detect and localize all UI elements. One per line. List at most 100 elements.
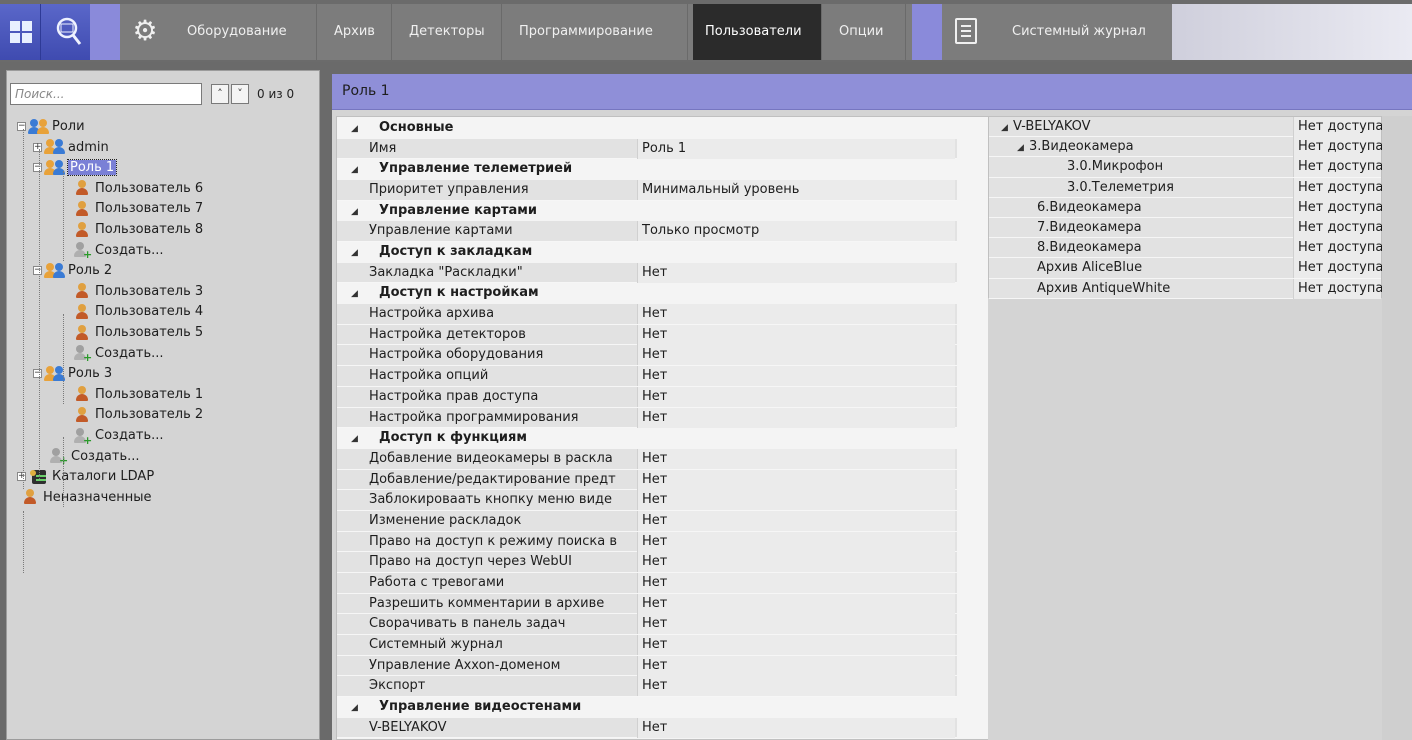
property-category[interactable]: ◢ Доступ к закладкам	[337, 242, 957, 263]
access-row[interactable]: 7.Видеокамера Нет доступа	[989, 218, 1383, 239]
access-row[interactable]: ◢ 3.Видеокамера Нет доступа	[989, 137, 1383, 158]
property-value[interactable]: Нет	[637, 572, 955, 593]
property-row[interactable]: Системный журнал Нет	[337, 635, 957, 656]
property-row[interactable]: Настройка детекторов Нет	[337, 324, 957, 346]
property-row[interactable]: Сворачивать в панель задач Нет	[337, 614, 957, 635]
tree-item[interactable]: Пользователь 4	[57, 302, 203, 322]
access-row[interactable]: Архив AliceBlue Нет доступа	[989, 258, 1383, 279]
property-category[interactable]: ◢ Доступ к функциям	[337, 428, 957, 449]
access-level-value[interactable]: Нет доступа	[1293, 278, 1383, 299]
menu-item-0[interactable]: Оборудование	[175, 4, 317, 60]
collapse-icon[interactable]: ◢	[351, 160, 365, 180]
access-level-value[interactable]: Нет доступа	[1293, 197, 1383, 218]
property-row[interactable]: Приоритет управления Минимальный уровень	[337, 180, 957, 201]
search-prev-button[interactable]: ˄	[211, 84, 229, 104]
property-row[interactable]: Настройка прав доступа Нет	[337, 386, 957, 408]
menu-item-5[interactable]: Опции	[827, 4, 906, 60]
property-value[interactable]: Нет	[637, 531, 955, 552]
property-value[interactable]: Нет	[637, 345, 955, 366]
access-row[interactable]: 6.Видеокамера Нет доступа	[989, 197, 1383, 218]
property-value[interactable]: Нет	[637, 448, 955, 469]
search-input[interactable]	[10, 83, 202, 105]
property-value[interactable]: Нет	[637, 593, 955, 614]
property-value[interactable]: Роль 1	[637, 138, 955, 159]
property-value[interactable]: Нет	[637, 655, 955, 676]
property-value[interactable]: Нет	[637, 510, 955, 531]
tree-item[interactable]: − Роль 2	[33, 261, 112, 281]
access-row[interactable]: 3.0.Телеметрия Нет доступа	[989, 177, 1383, 198]
search-next-button[interactable]: ˅	[231, 84, 249, 104]
tree-item[interactable]: + Создать...	[57, 344, 164, 364]
collapse-icon[interactable]: ◢	[351, 698, 365, 718]
property-row[interactable]: V-BELYAKOV Нет	[337, 717, 957, 739]
collapse-icon[interactable]: ◢	[351, 429, 365, 449]
access-row[interactable]: 3.0.Микрофон Нет доступа	[989, 157, 1383, 178]
expand-icon[interactable]: +	[17, 472, 26, 482]
access-row[interactable]: Архив AntiqueWhite Нет доступа	[989, 278, 1383, 299]
collapse-icon[interactable]: ◢	[351, 284, 365, 304]
property-value[interactable]: Нет	[637, 324, 955, 345]
property-row[interactable]: Право на доступ к режиму поиска в Нет	[337, 531, 957, 553]
tree-item[interactable]: Пользователь 2	[57, 405, 203, 425]
property-value[interactable]: Нет	[637, 490, 955, 511]
access-row[interactable]: ◢ V-BELYAKOV Нет доступа	[989, 117, 1383, 138]
collapse-icon[interactable]: −	[17, 122, 26, 131]
access-level-value[interactable]: Нет доступа	[1293, 218, 1383, 238]
property-value[interactable]: Нет	[637, 386, 955, 407]
property-category[interactable]: ◢ Основные	[337, 118, 957, 139]
access-level-value[interactable]: Нет доступа	[1293, 157, 1383, 178]
property-row[interactable]: Настройка опций Нет	[337, 366, 957, 387]
collapse-icon[interactable]: −	[33, 163, 42, 173]
tree-item[interactable]: − Роли	[17, 117, 85, 137]
property-row[interactable]: Разрешить комментарии в архиве Нет	[337, 593, 957, 615]
property-row[interactable]: Добавление/редактирование предт Нет	[337, 469, 957, 491]
property-row[interactable]: Заблокироваать кнопку меню виде Нет	[337, 490, 957, 511]
property-row[interactable]: Управление картами Только просмотр	[337, 221, 957, 243]
tree-item[interactable]: Неназначенные	[17, 488, 152, 508]
tree-item[interactable]: + admin	[33, 138, 109, 158]
search-button[interactable]	[40, 4, 90, 60]
property-row[interactable]: Добавление видеокамеры в раскла Нет	[337, 448, 957, 470]
collapse-icon[interactable]: ◢	[1017, 138, 1029, 158]
expand-icon[interactable]: +	[33, 142, 42, 152]
tree-item[interactable]: Пользователь 5	[57, 323, 203, 343]
property-row[interactable]: Закладка "Раскладки" Нет	[337, 262, 957, 284]
property-row[interactable]: Работа с тревогами Нет	[337, 572, 957, 594]
collapse-icon[interactable]: −	[33, 369, 42, 379]
log-icon[interactable]	[955, 18, 977, 44]
property-value[interactable]: Нет	[637, 676, 955, 697]
property-category[interactable]: ◢ Управление видеостенами	[337, 697, 957, 718]
access-row[interactable]: 8.Видеокамера Нет доступа	[989, 238, 1383, 259]
property-value[interactable]: Минимальный уровень	[637, 180, 955, 201]
property-row[interactable]: Имя Роль 1	[337, 138, 957, 160]
tree-item[interactable]: + Создать...	[33, 447, 140, 467]
menu-item-2[interactable]: Детекторы	[397, 4, 502, 60]
property-value[interactable]: Только просмотр	[637, 221, 955, 242]
property-value[interactable]: Нет	[637, 635, 955, 655]
tree-item[interactable]: − Роль 3	[33, 364, 112, 384]
property-row[interactable]: Настройка архива Нет	[337, 304, 957, 325]
tree-item[interactable]: Пользователь 7	[57, 199, 203, 219]
tree-item[interactable]: + Каталоги LDAP	[17, 467, 154, 487]
menu-item-3[interactable]: Программирование	[507, 4, 688, 60]
property-category[interactable]: ◢ Управление телеметрией	[337, 159, 957, 181]
property-value[interactable]: Нет	[637, 717, 955, 738]
gear-icon[interactable]: ⚙	[130, 16, 160, 46]
access-level-value[interactable]: Нет доступа	[1293, 258, 1383, 279]
tree-item[interactable]: + Создать...	[57, 241, 164, 261]
property-row[interactable]: Изменение раскладок Нет	[337, 510, 957, 532]
collapse-icon[interactable]: ◢	[351, 119, 365, 139]
layouts-button[interactable]	[0, 4, 40, 60]
property-value[interactable]: Нет	[637, 262, 955, 283]
access-level-value[interactable]: Нет доступа	[1293, 238, 1383, 259]
collapse-icon[interactable]: ◢	[351, 202, 365, 222]
property-value[interactable]: Нет	[637, 304, 955, 325]
scrollbar[interactable]	[1382, 116, 1412, 740]
access-level-value[interactable]: Нет доступа	[1293, 137, 1383, 158]
tree-item[interactable]: Пользователь 3	[57, 282, 203, 302]
property-value[interactable]: Нет	[637, 552, 955, 573]
property-row[interactable]: Экспорт Нет	[337, 676, 957, 698]
property-category[interactable]: ◢ Доступ к настройкам	[337, 283, 957, 305]
property-row[interactable]: Право на доступ через WebUI Нет	[337, 552, 957, 573]
menu-item-system-log[interactable]: Системный журнал	[1000, 4, 1158, 60]
